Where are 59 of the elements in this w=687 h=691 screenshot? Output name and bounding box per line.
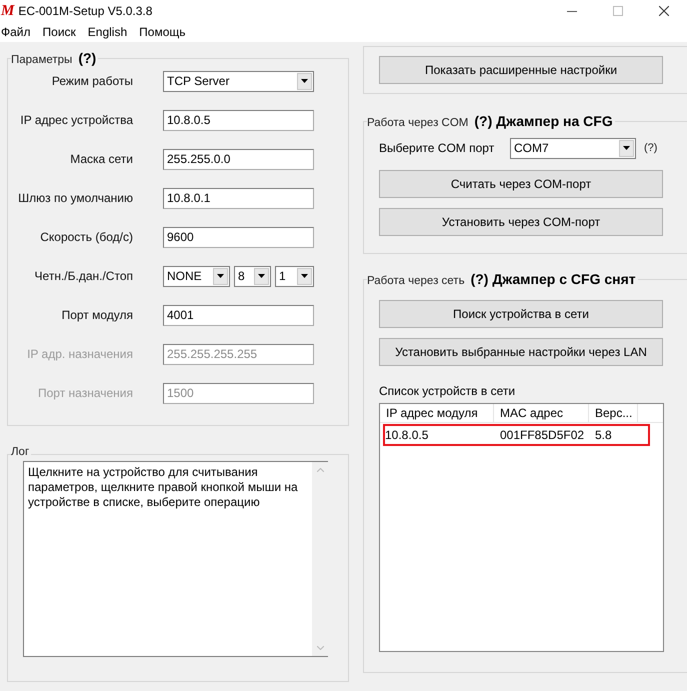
caret-icon	[301, 79, 308, 83]
window-title: EC-001M-Setup V5.0.3.8	[18, 4, 152, 18]
com-button[interactable]: Установить через COM-порт	[379, 208, 663, 236]
group-title: Параметры	[11, 54, 72, 66]
input-field[interactable]: 10.8.0.1	[163, 188, 314, 208]
caret-icon	[217, 274, 224, 278]
field-label: Порт назначения	[37, 386, 133, 400]
table-cell-text: 001FF85D5F02	[499, 428, 586, 442]
field-label: Маска сети	[69, 152, 133, 166]
list-label: Список устройств в сети	[379, 384, 516, 398]
device-list[interactable]: IP адрес модуля MAC адрес Верс... 10.8.0.5 001FF85D5F02 5.8	[379, 403, 664, 652]
input-field[interactable]: 10.8.0.5	[163, 110, 314, 130]
dropdown[interactable]: 8	[234, 266, 271, 286]
field-label: Шлюз по умолчанию	[17, 191, 133, 205]
jumper-note: (?) Джампер с CFG снят	[470, 271, 636, 287]
field-label: Скорость (бод/с)	[39, 230, 133, 244]
dropdown[interactable]: 1	[275, 266, 314, 286]
jumper-note: (?) Джампер на CFG	[474, 113, 613, 129]
menu-item[interactable]: Поиск	[42, 25, 76, 39]
network-button[interactable]: Поиск устройства в сети	[379, 300, 663, 328]
input-field[interactable]: 9600	[163, 226, 314, 248]
advanced-settings-button[interactable]: Показать расширенные настройки	[379, 56, 663, 84]
input-field[interactable]: 255.255.0.0	[163, 148, 314, 170]
log-text: Щелкните на устройство для считывания параметров, щелкните правой кнопкой мыши на устройстве в списке, выберите операцию	[27, 464, 299, 511]
help-link[interactable]: (?)	[644, 142, 658, 154]
app-logo: M	[1, 2, 14, 20]
field-label: Выберите COM порт	[379, 141, 496, 155]
menu-item[interactable]: Файл	[1, 25, 31, 39]
field-label: IP адр. назначения	[26, 347, 133, 361]
field-label: Режим работы	[50, 74, 133, 88]
menu-item[interactable]: English	[88, 25, 128, 39]
help-link[interactable]: (?)	[78, 50, 96, 66]
field-label: Четн./Б.дан./Стоп	[34, 269, 133, 283]
dropdown[interactable]: TCP Server	[163, 70, 314, 92]
table-cell-text: 10.8.0.5	[385, 428, 430, 442]
device-row[interactable]: 10.8.0.5 001FF85D5F02 5.8	[383, 424, 650, 446]
menu-item[interactable]: Помощь	[139, 25, 186, 39]
column-header[interactable]: Верс...	[589, 404, 638, 422]
scroll-down-icon	[316, 646, 324, 650]
field-label: IP адрес устройства	[19, 113, 133, 127]
network-button[interactable]: Установить выбранные настройки через LAN	[379, 338, 663, 366]
com-port-dropdown[interactable]: COM7	[510, 138, 636, 158]
caret-icon	[301, 274, 308, 278]
group-title: Работа через COM	[367, 117, 468, 129]
group-title: Лог	[11, 446, 30, 458]
close-icon	[659, 6, 669, 16]
maximize-icon	[613, 6, 623, 16]
minimize-icon	[567, 10, 577, 12]
caret-icon	[623, 146, 630, 150]
dropdown[interactable]: NONE	[163, 266, 230, 286]
input-field[interactable]: 4001	[163, 304, 314, 326]
scroll-up-icon	[316, 468, 324, 472]
com-button[interactable]: Считать через COM-порт	[379, 170, 663, 198]
caret-icon	[258, 274, 265, 278]
table-cell-text: 5.8	[594, 428, 613, 442]
column-header[interactable]: MAC адрес	[494, 404, 589, 422]
column-header[interactable]: IP адрес модуля	[380, 404, 494, 422]
group-title: Работа через сеть	[367, 275, 465, 287]
field-label: Порт модуля	[60, 308, 133, 322]
